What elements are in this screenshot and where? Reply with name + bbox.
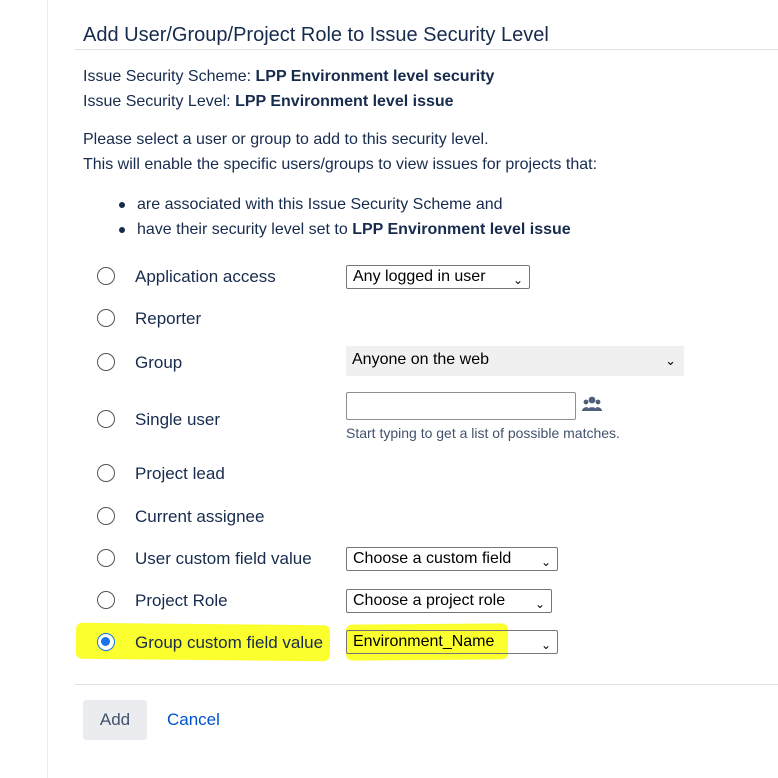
chevron-down-icon: ⌄ (512, 273, 523, 287)
select-value: Environment_Name (353, 633, 495, 650)
option-label: Group custom field value (135, 633, 324, 652)
level-label: Issue Security Level: (83, 93, 231, 110)
chevron-down-icon: ⌄ (665, 353, 676, 368)
scheme-label: Issue Security Scheme: (83, 68, 252, 85)
conditions-list: are associated with this Issue Security … (117, 194, 571, 244)
radio-group-custom-field[interactable] (97, 633, 115, 651)
scheme-line: Issue Security Scheme: LPP Environment l… (83, 68, 494, 86)
add-button[interactable]: Add (83, 700, 147, 740)
radio-user-custom-field[interactable] (97, 549, 115, 567)
option-label: User custom field value (135, 549, 312, 568)
radio-single-user[interactable] (97, 410, 115, 428)
select-value: Choose a custom field (353, 550, 512, 567)
select-value: Anyone on the web (352, 351, 489, 368)
group-custom-field-select[interactable]: Environment_Name ⌄ (346, 630, 558, 654)
intro-line-2: This will enable the specific users/grou… (83, 156, 598, 173)
left-divider (47, 0, 48, 778)
bullet-text-2-prefix: have their security level set to (137, 221, 348, 238)
chevron-down-icon: ⌄ (534, 597, 545, 611)
users-icon[interactable] (582, 395, 602, 413)
application-access-select[interactable]: Any logged in user ⌄ (346, 265, 530, 289)
option-label: Project Role (135, 591, 228, 610)
radio-reporter[interactable] (97, 309, 115, 327)
radio-project-role[interactable] (97, 591, 115, 609)
single-user-input[interactable] (346, 392, 576, 420)
footer-divider (75, 684, 778, 685)
radio-current-assignee[interactable] (97, 507, 115, 525)
option-label: Project lead (135, 464, 225, 483)
intro-line-1: Please select a user or group to add to … (83, 131, 489, 148)
list-item: have their security level set to LPP Env… (117, 219, 571, 244)
group-select[interactable]: Anyone on the web ⌄ (346, 346, 684, 376)
project-role-select[interactable]: Choose a project role ⌄ (346, 589, 552, 613)
option-label: Reporter (135, 309, 202, 328)
chevron-down-icon: ⌄ (540, 555, 551, 569)
option-label: Current assignee (135, 507, 265, 526)
cancel-link[interactable]: Cancel (167, 710, 220, 730)
radio-group[interactable] (97, 353, 115, 371)
chevron-down-icon: ⌄ (540, 638, 551, 652)
select-value: Any logged in user (353, 268, 486, 285)
bullet-text-1: are associated with this Issue Security … (137, 196, 503, 213)
list-item: are associated with this Issue Security … (117, 194, 571, 219)
scheme-value: LPP Environment level security (255, 68, 495, 85)
option-label: Application access (135, 267, 276, 286)
dialog-title: Add User/Group/Project Role to Issue Sec… (83, 24, 549, 46)
level-value: LPP Environment level issue (235, 93, 454, 110)
user-custom-field-select[interactable]: Choose a custom field ⌄ (346, 547, 558, 571)
radio-application-access[interactable] (97, 267, 115, 285)
level-line: Issue Security Level: LPP Environment le… (83, 93, 454, 111)
option-label: Group (135, 353, 183, 372)
select-value: Choose a project role (353, 592, 506, 609)
option-label: Single user (135, 410, 221, 429)
bullet-text-2-value: LPP Environment level issue (352, 221, 571, 238)
single-user-hint: Start typing to get a list of possible m… (346, 425, 620, 441)
radio-project-lead[interactable] (97, 464, 115, 482)
title-divider (75, 49, 778, 50)
